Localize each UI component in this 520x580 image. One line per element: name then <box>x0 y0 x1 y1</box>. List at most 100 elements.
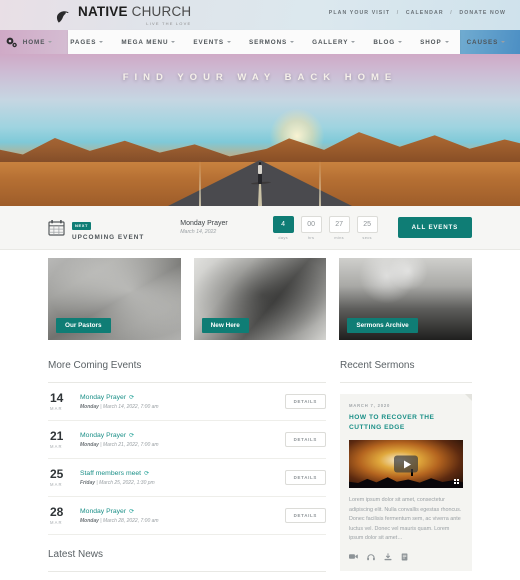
notes-icon[interactable] <box>401 553 409 561</box>
event-meta: Monday | March 21, 2022, 7:00 am <box>80 441 159 448</box>
nav-item-blog[interactable]: BLOG <box>364 39 411 46</box>
countdown-minutes: 27 mins <box>328 215 350 240</box>
video-grid-icon[interactable] <box>453 479 459 485</box>
headphones-icon[interactable] <box>367 553 375 561</box>
download-icon[interactable] <box>384 553 392 561</box>
nav-label-blog: BLOG <box>373 38 396 46</box>
event-weekday: Friday <box>80 479 96 486</box>
nav-item-causes[interactable]: CAUSES <box>458 39 515 46</box>
event-date-block: 14 MAR <box>50 392 74 411</box>
event-meta: Friday | March 25, 2022, 1:30 pm <box>80 479 155 486</box>
event-month: MAR <box>50 406 63 411</box>
sermon-video-thumbnail[interactable] <box>349 440 463 489</box>
feature-cards: Our Pastors New Here Sermons Archive <box>48 258 473 340</box>
top-link-calendar[interactable]: CALENDAR <box>406 10 444 16</box>
nav-label-causes: CAUSES <box>466 38 499 46</box>
event-time: 7:00 am <box>140 517 159 524</box>
event-details-button[interactable]: DETAILS <box>284 394 326 409</box>
feature-card-sermons-archive[interactable]: Sermons Archive <box>339 258 473 340</box>
feature-card-label-new-here: New Here <box>201 318 249 333</box>
event-details-button[interactable]: DETAILS <box>284 470 326 485</box>
event-date-block: 28 MAR <box>50 506 74 525</box>
upcoming-event-info[interactable]: Monday Prayer March 14, 2022 <box>180 220 227 235</box>
section-divider <box>340 382 472 383</box>
video-icon[interactable] <box>349 553 358 560</box>
upcoming-event-bar: NEXT UPCOMING EVENT Monday Prayer March … <box>0 206 520 250</box>
nav-item-mega-menu[interactable]: MEGA MENU <box>112 39 184 46</box>
recent-sermons-title: Recent Sermons <box>340 360 415 371</box>
event-title-link[interactable]: Staff members meet ⟳ <box>80 470 285 477</box>
event-list-row[interactable]: 14 MAR Monday Prayer ⟳ Monday | March 14,… <box>48 383 326 421</box>
logo-text: NATIVE CHURCH LIVE THE LOVE <box>78 4 191 27</box>
countdown-hours: 00 hrs <box>300 215 322 240</box>
sermon-title[interactable]: HOW TO RECOVER THE CUTTING EDGE <box>349 413 463 433</box>
calendar-icon <box>48 219 65 236</box>
logo-secondary: CHURCH <box>131 4 192 19</box>
nav-item-gallery[interactable]: GALLERY <box>303 39 364 46</box>
feature-card-label-sermons-archive: Sermons Archive <box>347 318 418 333</box>
hero-banner: FIND YOUR WAY BACK HOME <box>0 54 520 206</box>
play-button-icon[interactable] <box>394 455 418 473</box>
video-silhouette <box>349 477 463 489</box>
hero-headline: FIND YOUR WAY BACK HOME <box>122 72 398 83</box>
nav-label-shop: SHOP <box>420 38 442 46</box>
all-events-button[interactable]: ALL EVENTS <box>397 217 472 238</box>
sermon-excerpt: Lorem ipsum dolor sit amet, consectetur … <box>349 497 462 542</box>
event-body: Monday Prayer ⟳ Monday | March 21, 2022, … <box>80 432 285 448</box>
recurring-icon: ⟳ <box>129 394 135 401</box>
event-title-text: Staff members meet <box>80 469 142 477</box>
top-link-donate-now[interactable]: DONATE NOW <box>459 10 506 16</box>
sermon-title-line-2: CUTTING EDGE <box>349 424 405 432</box>
nav-item-pages[interactable]: PAGES <box>61 39 112 46</box>
event-body: Staff members meet ⟳ Friday | March 25, 2… <box>80 470 285 486</box>
nav-label-home: HOME <box>22 38 46 46</box>
event-title-text: Monday Prayer <box>80 393 127 401</box>
countdown-days-value: 4 <box>272 215 294 233</box>
event-details-button[interactable]: DETAILS <box>284 508 326 523</box>
countdown-minutes-value: 27 <box>328 215 350 233</box>
event-list-row[interactable]: 28 MAR Monday Prayer ⟳ Monday | March 28,… <box>48 497 326 535</box>
site-logo[interactable]: NATIVE CHURCH LIVE THE LOVE <box>55 4 191 27</box>
main-navigation: HOME PAGES MEGA MENU EVENTS SERMONS GALL… <box>23 30 506 54</box>
event-title-link[interactable]: Monday Prayer ⟳ <box>80 508 285 515</box>
feature-card-new-here[interactable]: New Here <box>193 258 327 340</box>
event-day: 21 <box>50 429 64 443</box>
event-details-button[interactable]: DETAILS <box>284 432 326 447</box>
nav-item-events[interactable]: EVENTS <box>184 39 240 46</box>
event-day: 25 <box>50 467 64 481</box>
event-month: MAR <box>50 444 63 449</box>
chevron-down-icon <box>290 41 295 43</box>
event-day: 14 <box>50 391 64 405</box>
nav-zone: HOME PAGES MEGA MENU EVENTS SERMONS GALL… <box>0 30 520 54</box>
event-title-text: Monday Prayer <box>80 431 127 439</box>
event-list-row[interactable]: 25 MAR Staff members meet ⟳ Friday | Marc… <box>48 459 326 497</box>
feature-card-our-pastors[interactable]: Our Pastors <box>48 258 181 340</box>
nav-item-home[interactable]: HOME <box>14 39 62 46</box>
event-title-link[interactable]: Monday Prayer ⟳ <box>80 432 285 439</box>
nav-item-shop[interactable]: SHOP <box>411 39 457 46</box>
upcoming-event-date: March 14, 2022 <box>180 229 217 235</box>
event-weekday: Monday <box>80 517 99 524</box>
next-badge: NEXT <box>72 221 92 230</box>
nav-item-sermons[interactable]: SERMONS <box>240 39 303 46</box>
event-time: 7:00 am <box>140 441 159 448</box>
upcoming-event-name: Monday Prayer <box>180 220 228 227</box>
top-link-plan-your-visit[interactable]: PLAN YOUR VISIT <box>329 10 390 16</box>
event-list-row[interactable]: 21 MAR Monday Prayer ⟳ Monday | March 21,… <box>48 421 326 459</box>
event-body: Monday Prayer ⟳ Monday | March 28, 2022, … <box>80 508 285 524</box>
sermon-card[interactable]: MARCH 7, 2020 HOW TO RECOVER THE CUTTING… <box>340 394 472 571</box>
countdown-seconds-label: secs <box>362 234 372 240</box>
event-meta: Monday | March 14, 2022, 7:00 am <box>80 403 159 410</box>
hero-road-edge-right <box>319 160 321 206</box>
recurring-icon: ⟳ <box>129 432 135 439</box>
feature-card-label-our-pastors: Our Pastors <box>56 318 111 333</box>
countdown-hours-label: hrs <box>307 234 315 240</box>
top-link-separator-1: / <box>396 10 400 16</box>
event-date-text: March 21, 2022 <box>102 441 138 448</box>
news-list-item[interactable]: READ THE What a post :) on January 23, 2… <box>48 572 326 580</box>
top-link-separator-2: / <box>450 10 453 16</box>
event-date-text: March 25, 2022 <box>99 479 134 486</box>
sermon-media-icons <box>349 553 463 561</box>
event-month: MAR <box>50 482 63 487</box>
event-title-link[interactable]: Monday Prayer ⟳ <box>80 394 285 401</box>
